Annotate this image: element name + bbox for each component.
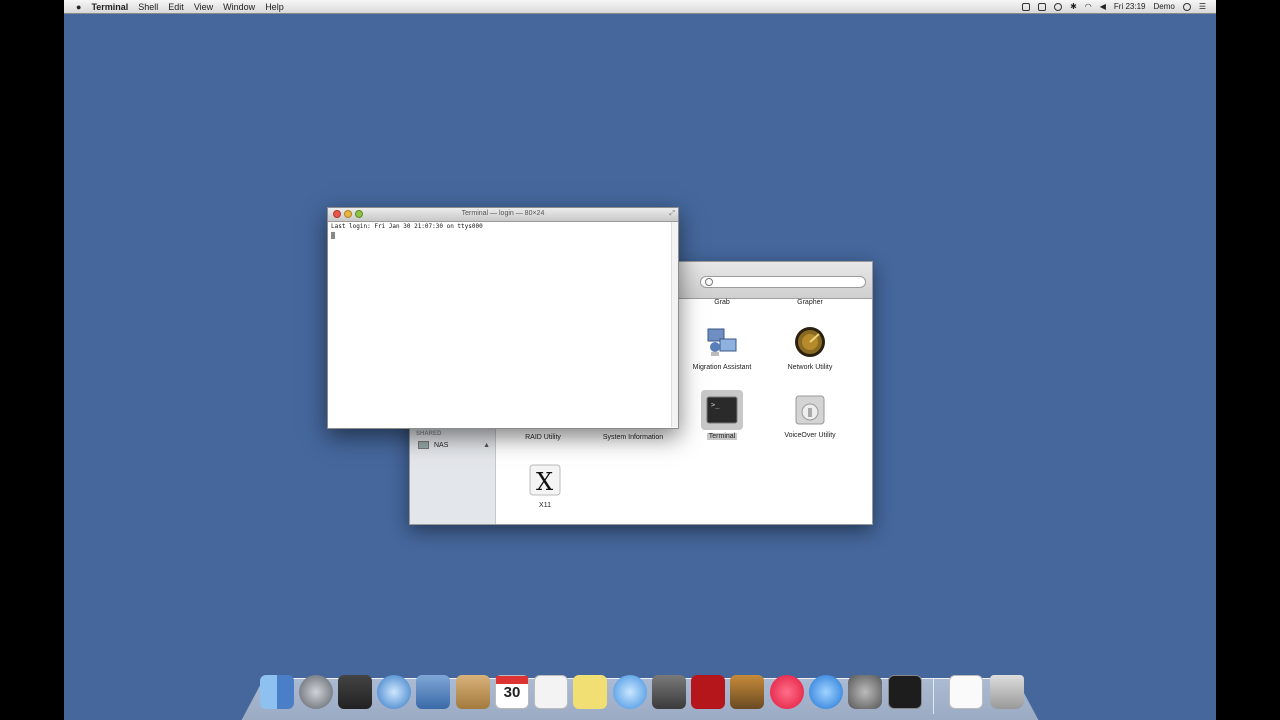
network-drive-icon — [418, 441, 429, 449]
menu-shell[interactable]: Shell — [138, 2, 158, 12]
menu-extras: ✱ ◠ ◀ Fri 23:19 Demo ☰ — [1022, 0, 1206, 13]
svg-text:X: X — [536, 468, 553, 496]
app-item-network-utility[interactable]: Network Utility — [765, 325, 855, 371]
selection-highlight: >_ — [701, 390, 743, 430]
sidebar-section-shared: SHARED — [416, 431, 442, 437]
terminal-titlebar[interactable]: Terminal — login — 80×24 ⤢ — [328, 208, 678, 222]
status-icon[interactable] — [1038, 2, 1047, 11]
x11-icon: X — [529, 464, 561, 496]
iphoto-icon[interactable] — [730, 675, 764, 709]
menu-edit[interactable]: Edit — [168, 2, 184, 12]
calendar-header — [496, 676, 528, 684]
window-title: Terminal — login — 80×24 — [461, 210, 545, 217]
clock[interactable]: Fri 23:19 — [1114, 2, 1146, 11]
app-menu-terminal[interactable]: Terminal — [91, 2, 128, 12]
apple-menu-icon[interactable]: ● — [76, 2, 81, 12]
screen-share-icon[interactable] — [1022, 2, 1031, 11]
app-label: RAID Utility — [525, 434, 561, 441]
sidebar-item-nas[interactable]: NAS ▲ — [418, 439, 490, 451]
eject-icon[interactable]: ▲ — [483, 442, 490, 449]
notes-icon[interactable] — [573, 675, 607, 709]
app-label: Terminal — [706, 433, 738, 440]
terminal-dock-icon[interactable] — [888, 675, 922, 709]
search-field[interactable] — [700, 276, 866, 288]
messages-icon[interactable] — [613, 675, 647, 709]
app-item-terminal[interactable]: >_ Terminal — [677, 390, 767, 440]
network-utility-icon — [795, 327, 825, 357]
app-item-grapher[interactable]: Grapher — [765, 299, 855, 306]
calendar-day: 30 — [503, 684, 521, 701]
migration-assistant-icon — [707, 328, 737, 356]
sidebar-item-label: NAS — [434, 441, 449, 449]
app-label: VoiceOver Utility — [784, 432, 836, 439]
app-label: Migration Assistant — [692, 364, 752, 371]
menu-view[interactable]: View — [194, 2, 213, 12]
app-label: Grab — [714, 299, 730, 306]
calendar-icon[interactable]: 30 — [495, 675, 529, 709]
document-icon[interactable] — [949, 675, 983, 709]
fullscreen-icon[interactable]: ⤢ — [669, 210, 675, 218]
app-item-raid-utility[interactable]: RAID Utility — [498, 434, 588, 441]
wifi-icon[interactable]: ◠ — [1085, 2, 1092, 11]
terminal-window[interactable]: Terminal — login — 80×24 ⤢ Last login: F… — [327, 207, 679, 429]
spotlight-icon[interactable] — [1182, 2, 1191, 11]
time-machine-icon[interactable] — [1054, 2, 1063, 11]
bluetooth-icon[interactable]: ✱ — [1070, 2, 1077, 11]
system-preferences-icon[interactable] — [848, 675, 882, 709]
notification-center-icon[interactable]: ☰ — [1199, 2, 1206, 11]
voiceover-utility-icon — [795, 395, 825, 425]
menu-help[interactable]: Help — [265, 2, 284, 12]
terminal-scrollbar[interactable] — [671, 222, 678, 427]
app-store-icon[interactable] — [809, 675, 843, 709]
app-label: System Information — [602, 434, 664, 441]
app-item-system-information[interactable]: System Information — [588, 434, 678, 441]
app-item-x11[interactable]: X X11 — [500, 463, 590, 509]
search-icon — [705, 278, 713, 286]
itunes-icon[interactable] — [770, 675, 804, 709]
terminal-cursor — [331, 232, 335, 239]
svg-text:>_: >_ — [711, 401, 720, 409]
app-label: Network Utility — [787, 364, 833, 371]
reminders-icon[interactable] — [534, 675, 568, 709]
mail-icon[interactable] — [416, 675, 450, 709]
dock: 30 — [64, 670, 1216, 720]
app-item-migration-assistant[interactable]: Migration Assistant — [677, 325, 767, 371]
trash-icon[interactable] — [990, 675, 1024, 709]
safari-icon[interactable] — [377, 675, 411, 709]
app-item-voiceover-utility[interactable]: VoiceOver Utility — [765, 393, 855, 439]
app-item-grab[interactable]: Grab — [677, 299, 767, 306]
dashboard-icon[interactable] — [338, 675, 372, 709]
launchpad-icon[interactable] — [299, 675, 333, 709]
photo-booth-icon[interactable] — [691, 675, 725, 709]
dock-separator — [933, 678, 934, 714]
menu-window[interactable]: Window — [223, 2, 255, 12]
user-name[interactable]: Demo — [1153, 2, 1174, 11]
volume-icon[interactable]: ◀ — [1100, 2, 1106, 11]
app-label: Grapher — [797, 299, 823, 306]
facetime-icon[interactable] — [652, 675, 686, 709]
finder-icon[interactable] — [260, 675, 294, 709]
terminal-icon: >_ — [706, 396, 738, 424]
app-label: X11 — [539, 502, 551, 509]
contacts-icon[interactable] — [456, 675, 490, 709]
desktop: ● Terminal Shell Edit View Window Help ✱… — [64, 0, 1216, 720]
menu-bar: ● Terminal Shell Edit View Window Help ✱… — [64, 0, 1216, 14]
terminal-output: Last login: Fri Jan 30 21:07:30 on ttys0… — [331, 223, 483, 230]
